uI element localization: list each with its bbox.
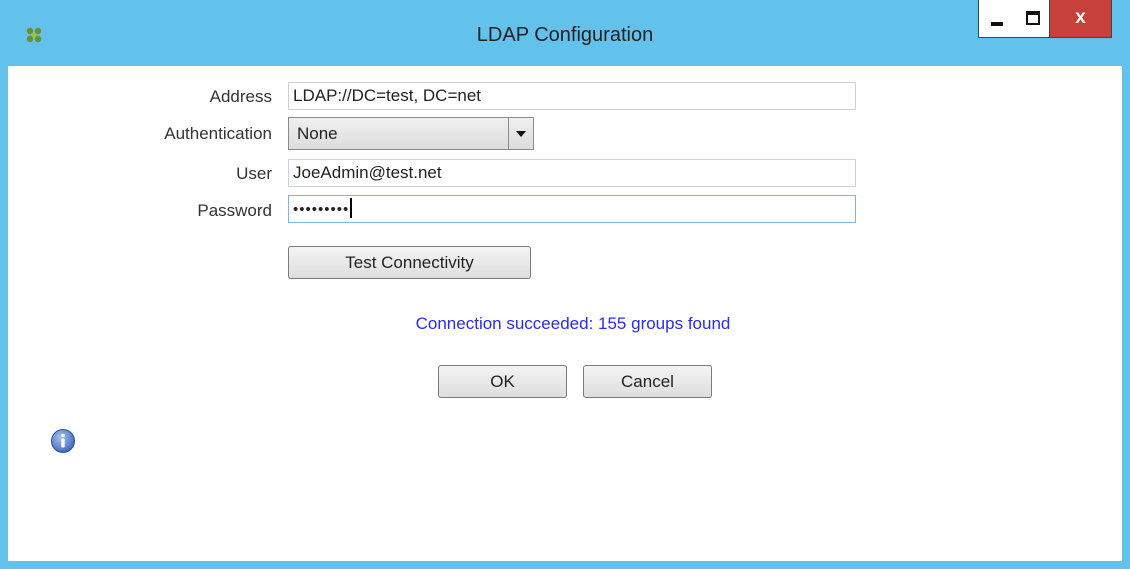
password-label: Password	[197, 201, 272, 220]
minimize-button[interactable]	[978, 0, 1016, 38]
authentication-selected-value: None	[297, 124, 338, 143]
user-field[interactable]: JoeAdmin@test.net	[288, 159, 856, 187]
close-icon: x	[1075, 7, 1086, 28]
title-bar[interactable]: LDAP Configuration x	[0, 0, 1130, 66]
ok-button[interactable]: OK	[438, 365, 567, 398]
user-label: User	[236, 164, 272, 183]
address-field[interactable]: LDAP://DC=test, DC=net	[288, 82, 856, 110]
chevron-down-icon[interactable]	[516, 131, 526, 137]
maximize-button[interactable]	[1015, 0, 1050, 38]
password-mask: •••••••••	[293, 201, 350, 218]
test-connectivity-button[interactable]: Test Connectivity	[288, 246, 531, 279]
close-button[interactable]: x	[1050, 0, 1112, 38]
connection-status-message: Connection succeeded: 155 groups found	[415, 314, 731, 333]
password-field[interactable]: •••••••••	[288, 195, 856, 223]
authentication-select[interactable]: None	[288, 117, 534, 150]
window-title: LDAP Configuration	[476, 24, 654, 46]
minimize-icon	[991, 22, 1003, 26]
info-icon[interactable]	[50, 428, 76, 454]
cancel-button[interactable]: Cancel	[583, 365, 712, 398]
address-label: Address	[209, 87, 272, 106]
dropdown-divider	[508, 118, 509, 149]
maximize-icon	[1026, 11, 1040, 25]
text-caret	[350, 198, 353, 218]
ldap-configuration-window: LDAP Configuration x Address LDAP://DC=t…	[0, 0, 1130, 569]
authentication-label: Authentication	[164, 124, 272, 143]
